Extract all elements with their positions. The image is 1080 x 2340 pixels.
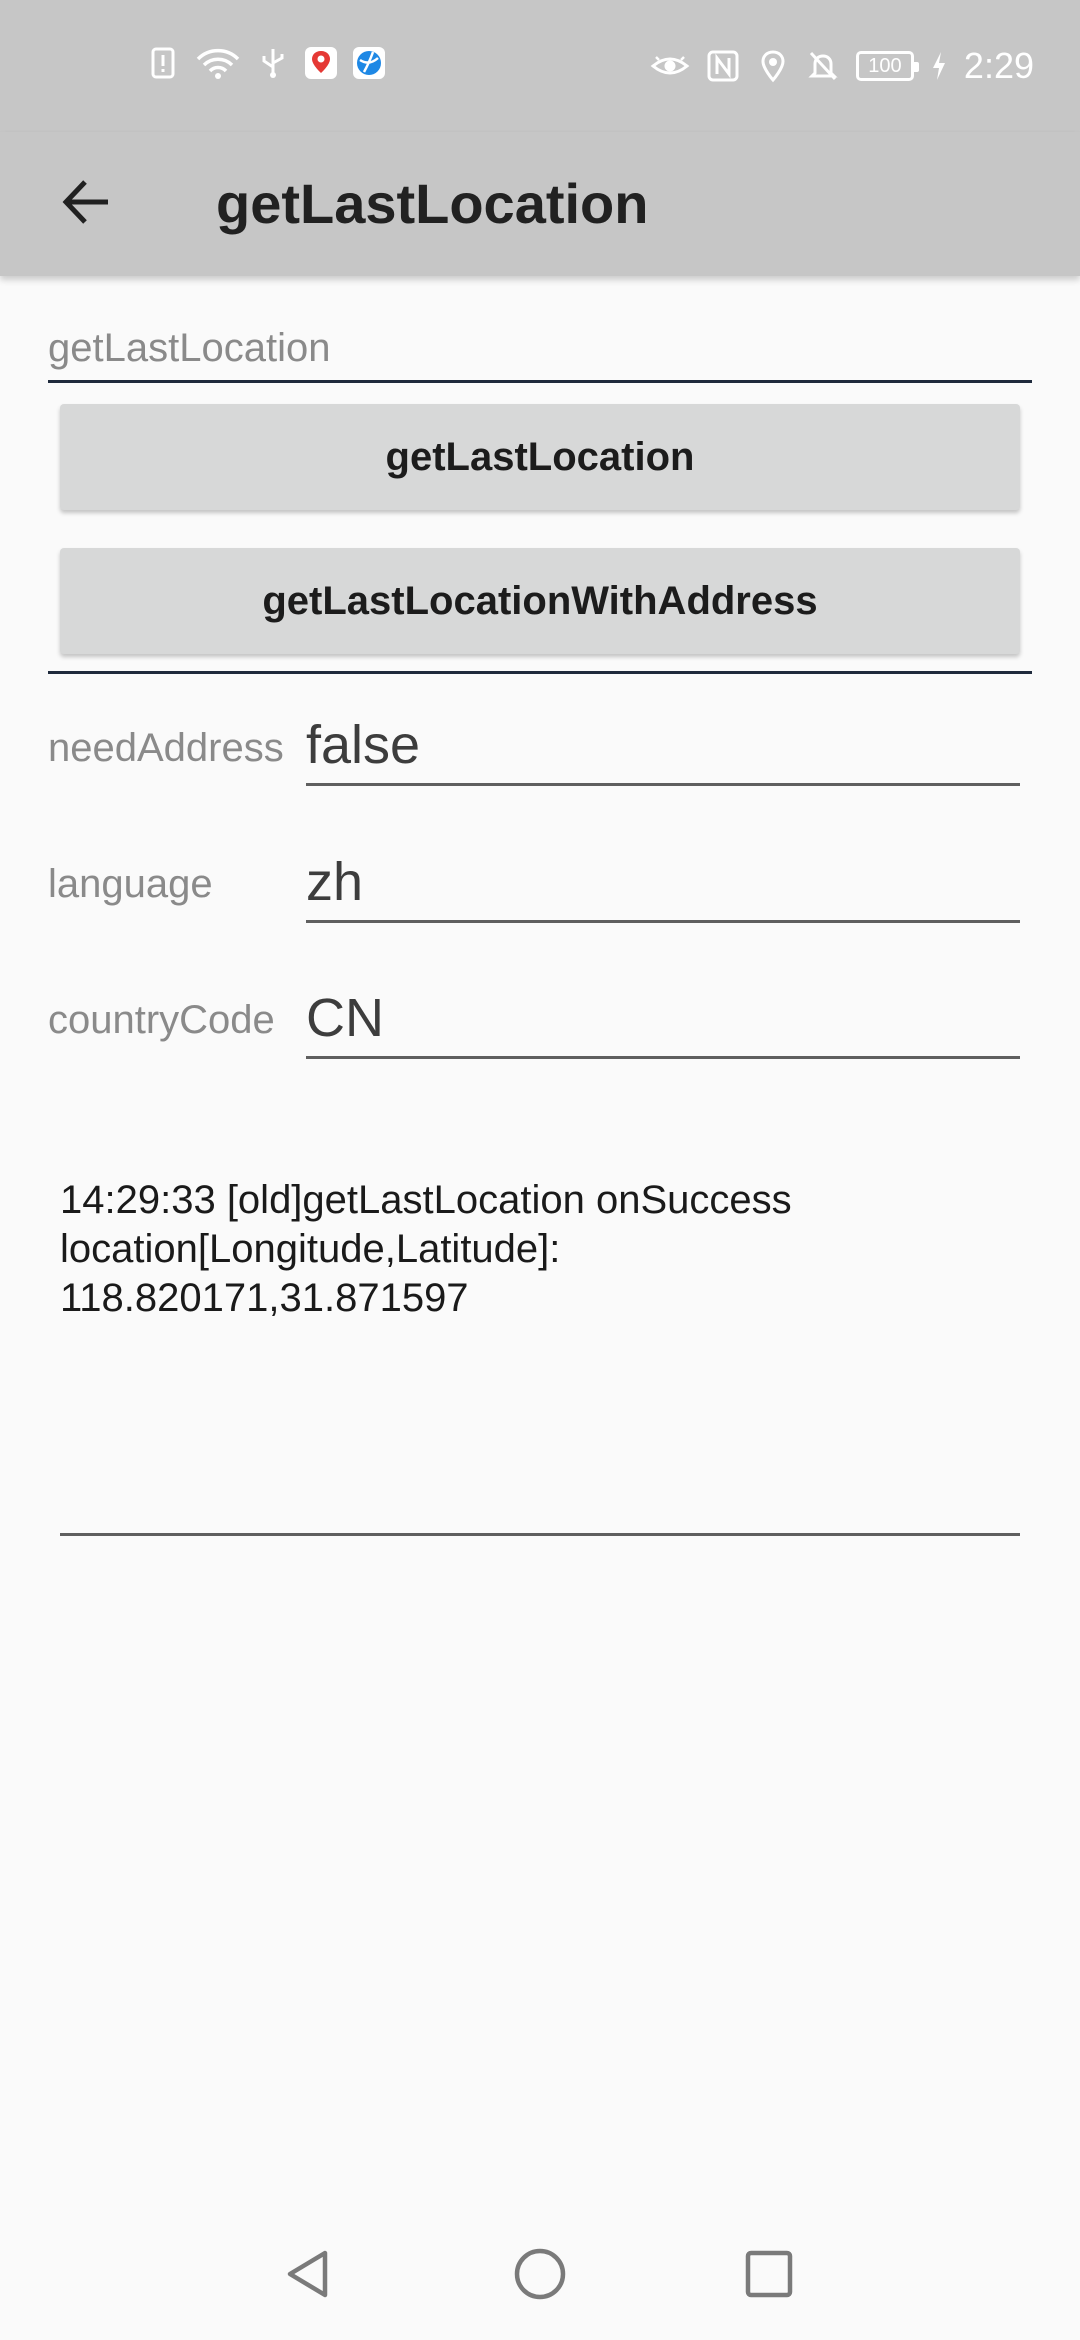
arrow-back-icon [58, 174, 114, 235]
section-label: getLastLocation [48, 326, 331, 370]
page-title: getLastLocation [216, 172, 649, 235]
status-time: 2:29 [963, 45, 1034, 86]
need-address-field-wrap [306, 706, 1020, 786]
need-address-input[interactable] [306, 706, 1020, 783]
navigation-bar [0, 2214, 1080, 2340]
section-bottom-divider [48, 671, 1032, 674]
status-right-icons: 100 2:29 [650, 42, 1034, 90]
mute-icon [806, 49, 840, 83]
back-triangle-icon [280, 2246, 336, 2307]
screen: 100 2:29 getLastLocation getLastLocation… [0, 0, 1080, 2340]
browser-app-icon [352, 46, 386, 80]
sim-alert-icon [146, 46, 180, 80]
get-last-location-button[interactable]: getLastLocation [60, 404, 1020, 510]
wifi-icon [194, 46, 242, 80]
battery-level: 100 [868, 54, 902, 77]
nfc-icon [706, 49, 740, 83]
need-address-label: needAddress [48, 726, 284, 770]
location-icon [756, 49, 790, 83]
nav-home-button[interactable] [500, 2236, 580, 2316]
section-top-divider [48, 380, 1032, 383]
log-line: location[Longitude,Latitude]: [60, 1227, 561, 1271]
back-button[interactable] [50, 168, 122, 240]
country-code-field-wrap [306, 979, 1020, 1059]
location-app-icon [304, 46, 338, 80]
status-left-icons [146, 46, 386, 80]
nav-back-button[interactable] [268, 2236, 348, 2316]
log-output[interactable]: 14:29:33 [old]getLastLocation onSuccess … [60, 1176, 1020, 1536]
eye-comfort-icon [650, 49, 690, 83]
nav-recents-button[interactable] [729, 2236, 809, 2316]
status-bar: 100 2:29 [0, 0, 1080, 132]
log-line: 14:29:33 [old]getLastLocation onSuccess [60, 1178, 792, 1222]
language-input[interactable] [306, 843, 1020, 920]
log-line: 118.820171,31.871597 [60, 1276, 469, 1320]
usb-icon [256, 46, 290, 80]
app-toolbar: getLastLocation [0, 132, 1080, 276]
get-last-location-with-address-button[interactable]: getLastLocationWithAddress [60, 548, 1020, 654]
language-field-wrap [306, 843, 1020, 923]
language-label: language [48, 862, 213, 906]
country-code-label: countryCode [48, 998, 275, 1042]
country-code-input[interactable] [306, 979, 1020, 1056]
recents-square-icon [741, 2246, 797, 2307]
battery-icon: 100 [855, 51, 919, 81]
charging-icon [930, 49, 948, 83]
home-circle-icon [512, 2246, 568, 2307]
